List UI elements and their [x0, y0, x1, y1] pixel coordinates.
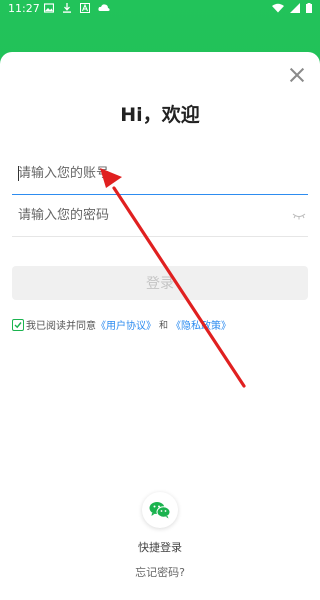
- agreement-checkbox[interactable]: [12, 318, 24, 331]
- image-icon: [44, 3, 54, 13]
- login-button[interactable]: 登录: [12, 266, 308, 300]
- signal-icon: [290, 3, 300, 13]
- privacy-policy-link[interactable]: 《隐私政策》: [171, 317, 231, 332]
- page-title: Hi，欢迎: [120, 104, 200, 126]
- account-input[interactable]: [12, 154, 308, 192]
- wechat-login-button[interactable]: [142, 492, 178, 528]
- status-icons-right: [272, 3, 312, 13]
- close-icon[interactable]: [288, 66, 306, 84]
- battery-icon: [306, 3, 312, 13]
- a-icon: [80, 3, 90, 13]
- login-sheet: Hi，欢迎 登录 我已阅读并同意 《用户协议》 和 《隐私政策》: [0, 52, 320, 600]
- password-field-container: [12, 196, 308, 237]
- status-icons-left: [44, 3, 110, 13]
- cloud-icon: [98, 4, 110, 11]
- download-icon: [63, 3, 71, 13]
- eye-closed-icon[interactable]: [292, 212, 306, 220]
- text-cursor: [18, 166, 19, 181]
- account-field-container: [12, 154, 308, 195]
- wifi-icon: [272, 3, 284, 13]
- quick-login-label: 快捷登录: [138, 541, 182, 554]
- wechat-icon: [149, 502, 171, 519]
- status-time: 11:27: [8, 2, 40, 15]
- user-agreement-link[interactable]: 《用户协议》: [96, 317, 156, 332]
- agreement-row: 我已阅读并同意 《用户协议》 和 《隐私政策》: [12, 317, 231, 332]
- check-icon: [14, 321, 22, 328]
- password-input[interactable]: [12, 196, 308, 234]
- agreement-prefix: 我已阅读并同意: [26, 321, 96, 332]
- agreement-and: 和: [159, 321, 169, 331]
- status-bar: 11:27: [0, 0, 320, 18]
- forgot-password-link[interactable]: 忘记密码?: [0, 564, 320, 580]
